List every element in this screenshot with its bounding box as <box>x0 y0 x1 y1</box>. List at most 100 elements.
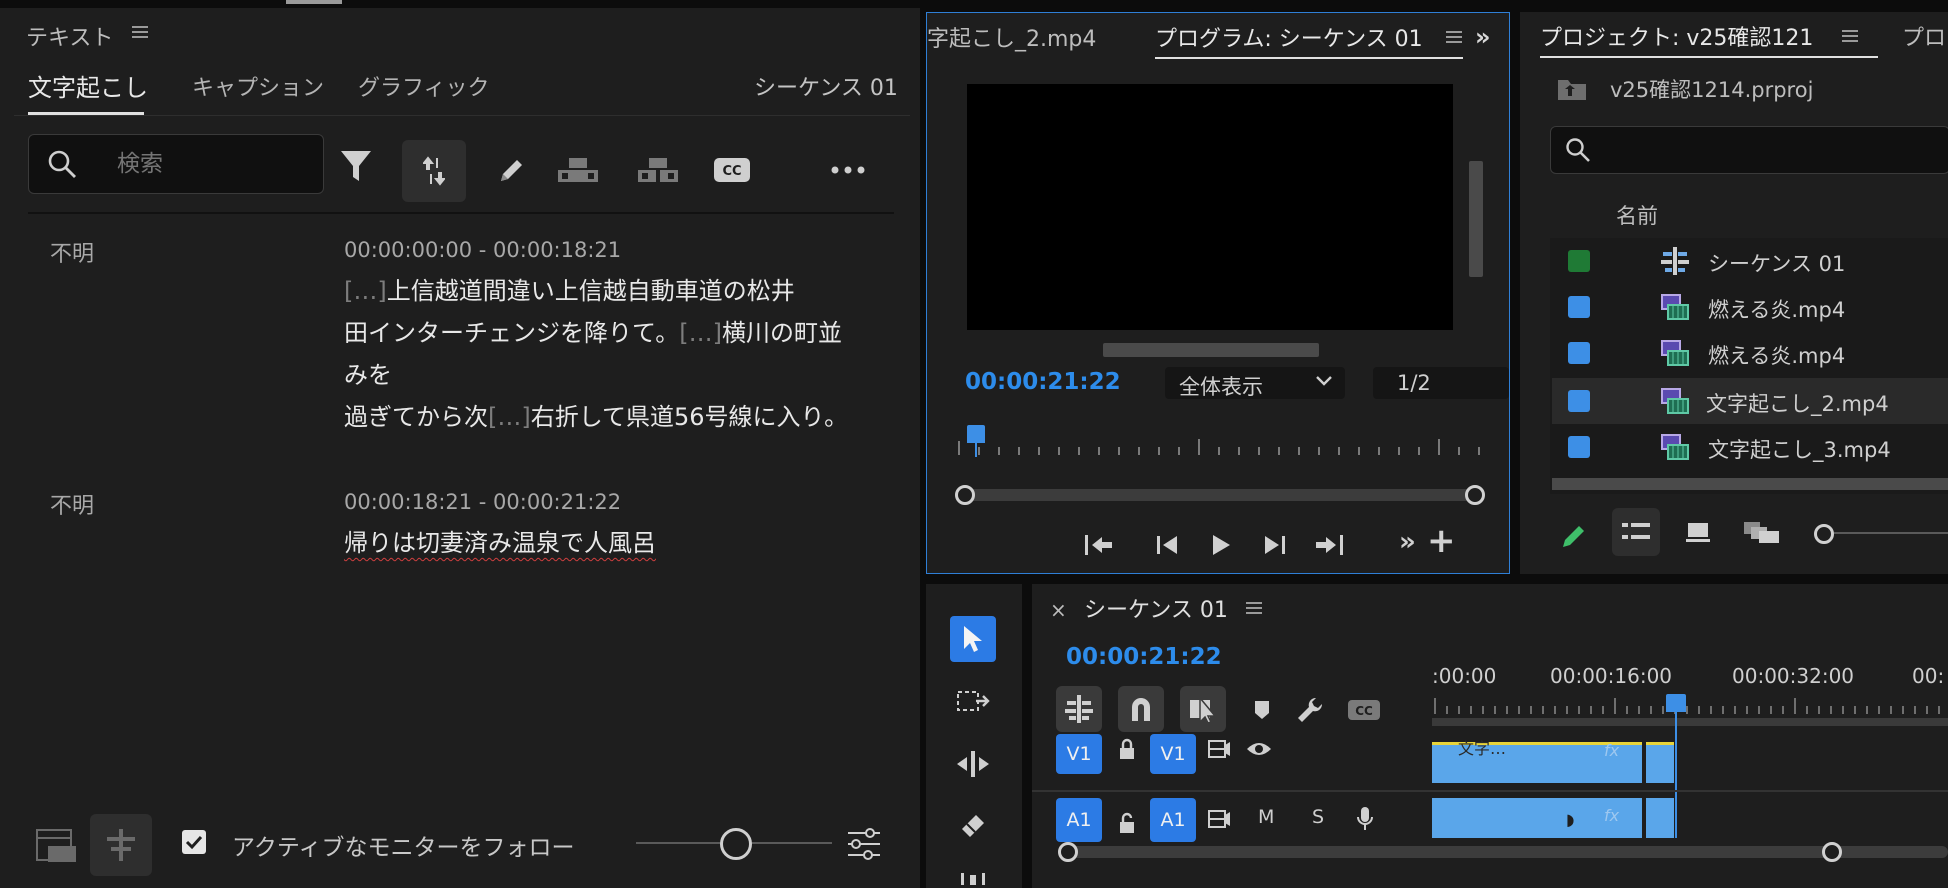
folder-up-icon[interactable] <box>1556 74 1588 102</box>
step-back-icon[interactable] <box>1147 525 1187 565</box>
label-color-swatch[interactable] <box>1568 250 1590 272</box>
timeline-scrollbar-right-handle[interactable] <box>1822 842 1842 862</box>
video-clip[interactable]: 文字… fx <box>1432 739 1642 783</box>
selection-tool-icon[interactable] <box>950 616 996 662</box>
tab-graphics[interactable]: グラフィック <box>358 70 490 102</box>
transport-overflow-icon[interactable]: » <box>1399 527 1416 557</box>
label-color-swatch[interactable] <box>1568 436 1590 458</box>
zoom-select[interactable]: 全体表示 <box>1165 367 1345 399</box>
project-item[interactable]: 文字起こし_3.mp4 <box>1552 424 1948 470</box>
track-select-tool-icon[interactable] <box>950 682 996 722</box>
program-timecode[interactable]: 00:00:21:22 <box>965 369 1121 395</box>
icon-view-button[interactable] <box>1678 512 1718 552</box>
timeline-scrollbar-left-handle[interactable] <box>1058 842 1078 862</box>
snap-magnet-button[interactable] <box>1118 686 1164 732</box>
audio-track-source-toggle[interactable]: A1 <box>1150 798 1196 842</box>
zoom-scrollbar-right-handle[interactable] <box>1465 485 1485 505</box>
search-box[interactable] <box>28 134 324 194</box>
source-tab[interactable]: 字起こし_2.mp4 <box>927 21 1096 53</box>
project-item-selected[interactable]: 文字起こし_2.mp4 <box>1552 378 1948 424</box>
video-frame[interactable] <box>967 84 1453 330</box>
audio-clip[interactable]: ◗ fx <box>1432 798 1642 838</box>
transcript-segment[interactable]: 不明 00:00:18:21 - 00:00:21:22 帰りは切妻済み温泉で人… <box>0 488 900 568</box>
project-tab[interactable]: プロジェクト: v25確認121 <box>1540 20 1886 64</box>
column-header-name[interactable]: 名前 <box>1616 200 1658 230</box>
slip-tool-icon[interactable] <box>950 862 996 888</box>
program-tab[interactable]: プログラム: シーケンス 01 <box>1155 21 1463 65</box>
project-item[interactable]: 燃える炎.mp4 <box>1552 330 1948 376</box>
video-track-source-toggle[interactable]: V1 <box>1150 734 1196 774</box>
transcript-segment[interactable]: 不明 00:00:00:00 - 00:00:18:21 […]上信越道間違い上… <box>0 236 900 431</box>
label-color-swatch[interactable] <box>1568 390 1590 412</box>
audio-clip[interactable] <box>1646 798 1674 838</box>
search-input[interactable] <box>115 145 309 183</box>
tab-transcript[interactable]: 文字起こし <box>28 68 148 115</box>
microphone-icon[interactable] <box>1350 802 1380 836</box>
solo-track-button[interactable]: S <box>1312 806 1324 828</box>
zoom-scrollbar-left-handle[interactable] <box>955 485 975 505</box>
audio-track-target-toggle[interactable]: A1 <box>1056 798 1102 842</box>
project-search-box[interactable] <box>1550 126 1948 174</box>
segment-text[interactable]: […]上信越道間違い上信越自動車道の松井 田インターチェンジを降りて。[…]横川… <box>344 270 864 438</box>
mark-in-icon[interactable] <box>1079 525 1119 565</box>
settings-sliders-icon[interactable] <box>842 822 886 866</box>
add-button-icon[interactable]: + <box>1427 521 1456 561</box>
pencil-icon[interactable] <box>1554 516 1594 556</box>
segment-speaker[interactable]: 不明 <box>50 488 94 520</box>
split-segment-icon[interactable] <box>636 152 680 188</box>
cc-icon[interactable]: CC <box>710 152 754 188</box>
tab-captions[interactable]: キャプション <box>192 70 324 102</box>
panel-menu-icon[interactable] <box>1246 600 1262 620</box>
timeline-timecode[interactable]: 00:00:21:22 <box>1066 644 1222 670</box>
monitor-vertical-scrollbar[interactable] <box>1469 161 1483 277</box>
thumbnail-size-slider-thumb[interactable] <box>1814 524 1834 544</box>
panel-menu-icon[interactable] <box>1443 27 1465 47</box>
segment-text[interactable]: 帰りは切妻済み温泉で人風呂 <box>344 522 864 564</box>
next-tab[interactable]: プロ <box>1902 20 1946 52</box>
segment-speaker[interactable]: 不明 <box>50 236 94 268</box>
add-marker-icon[interactable] <box>1242 690 1282 730</box>
razor-tool-icon[interactable] <box>950 806 996 846</box>
linked-selection-button[interactable] <box>1180 686 1226 732</box>
panel-menu-icon[interactable] <box>132 24 148 40</box>
video-track-target-toggle[interactable]: V1 <box>1056 734 1102 774</box>
mute-track-button[interactable]: M <box>1258 806 1274 828</box>
project-list-scrollbar[interactable] <box>1552 478 1948 490</box>
label-color-swatch[interactable] <box>1568 296 1590 318</box>
step-forward-icon[interactable] <box>1255 525 1295 565</box>
follow-monitor-checkbox[interactable] <box>182 830 206 854</box>
zoom-scrollbar-track[interactable] <box>963 489 1471 501</box>
panel-menu-icon[interactable] <box>1842 28 1858 48</box>
freeform-view-button[interactable] <box>1740 512 1784 552</box>
timeline-scrollbar-track[interactable] <box>1070 846 1948 858</box>
filter-icon[interactable] <box>334 144 378 188</box>
playhead-marker[interactable] <box>967 425 985 443</box>
pencil-icon[interactable] <box>490 148 534 192</box>
nest-sequence-button[interactable] <box>1056 686 1102 732</box>
split-view-icon[interactable] <box>90 814 152 876</box>
ripple-edit-tool-icon[interactable] <box>950 744 996 784</box>
playhead-marker[interactable] <box>1666 694 1686 712</box>
merge-segments-icon[interactable] <box>556 152 600 188</box>
project-item[interactable]: シーケンス 01 <box>1552 238 1948 284</box>
lock-icon[interactable] <box>1112 808 1142 838</box>
timeline-close-icon[interactable]: × <box>1050 598 1067 622</box>
play-icon[interactable] <box>1201 525 1241 565</box>
more-options-icon[interactable] <box>822 152 874 188</box>
lock-icon[interactable] <box>1112 734 1142 764</box>
wrench-icon[interactable] <box>1290 690 1330 730</box>
video-clip[interactable] <box>1646 742 1674 783</box>
label-color-swatch[interactable] <box>1568 342 1590 364</box>
project-item[interactable]: 燃える炎.mp4 <box>1552 284 1948 330</box>
list-view-button[interactable] <box>1612 508 1660 556</box>
timeline-tab[interactable]: シーケンス 01 <box>1084 592 1228 624</box>
sync-lock-icon[interactable] <box>1204 804 1234 834</box>
sync-scroll-button[interactable] <box>402 140 466 202</box>
work-area-bar[interactable] <box>1432 718 1948 726</box>
mark-out-icon[interactable] <box>1309 525 1349 565</box>
panel-overflow-icon[interactable]: » <box>1475 23 1491 51</box>
thumbnail-size-slider-track[interactable] <box>1834 532 1948 534</box>
sync-lock-icon[interactable] <box>1204 734 1234 764</box>
eye-icon[interactable] <box>1244 734 1274 764</box>
monitor-time-ruler[interactable] <box>957 427 1487 459</box>
